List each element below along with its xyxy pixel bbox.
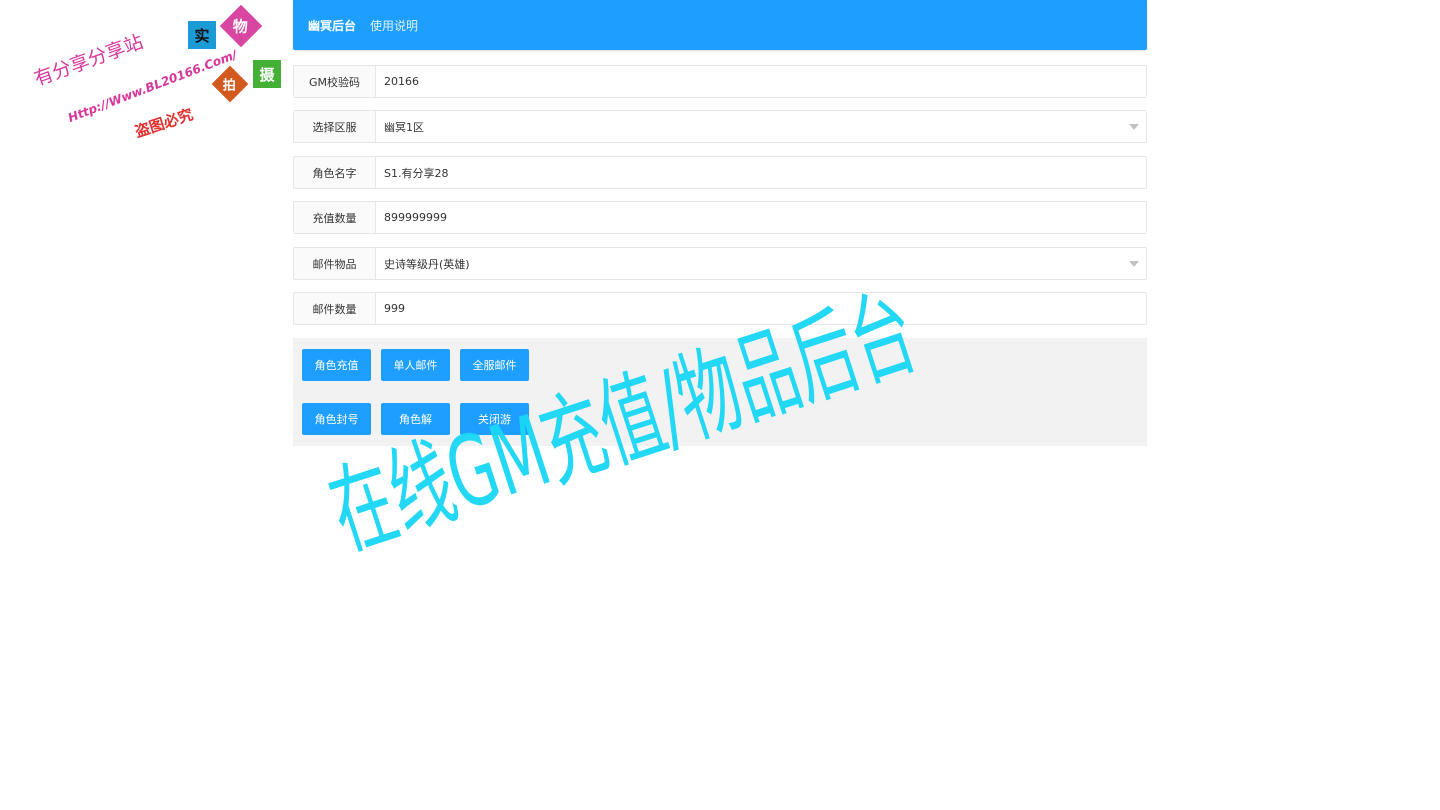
dropdown-caret-icon bbox=[1129, 124, 1139, 130]
watermark-slogan: 有分享分享站 bbox=[31, 30, 147, 91]
watermark-tag-she: 摄 bbox=[253, 60, 281, 88]
all-server-mail-button[interactable]: 全服邮件 bbox=[460, 349, 529, 381]
gm-code-row: GM校验码 20166 bbox=[293, 65, 1147, 98]
server-select[interactable]: 幽冥1区 bbox=[376, 111, 1146, 142]
recharge-amount-row: 充值数量 899999999 bbox=[293, 201, 1147, 234]
close-game-button[interactable]: 关闭游 bbox=[460, 403, 529, 435]
server-label: 选择区服 bbox=[294, 111, 376, 142]
role-name-label: 角色名字 bbox=[294, 157, 376, 188]
action-button-panel: 角色充值 单人邮件 全服邮件 角色封号 角色解 关闭游 bbox=[293, 338, 1147, 446]
help-link[interactable]: 使用说明 bbox=[370, 17, 418, 34]
server-select-value: 幽冥1区 bbox=[384, 120, 424, 134]
brand-title[interactable]: 幽冥后台 bbox=[308, 17, 356, 34]
mail-quantity-row: 邮件数量 999 bbox=[293, 292, 1147, 325]
server-row: 选择区服 幽冥1区 bbox=[293, 110, 1147, 143]
mail-quantity-label: 邮件数量 bbox=[294, 293, 376, 324]
gm-code-label: GM校验码 bbox=[294, 66, 376, 97]
mail-quantity-input[interactable]: 999 bbox=[376, 293, 1146, 324]
watermark-tag-pai: 拍 bbox=[211, 65, 249, 103]
watermark-tag-wu: 物 bbox=[219, 4, 263, 48]
mail-item-label: 邮件物品 bbox=[294, 248, 376, 279]
unban-role-button[interactable]: 角色解 bbox=[381, 403, 450, 435]
single-mail-button[interactable]: 单人邮件 bbox=[381, 349, 450, 381]
gm-code-input[interactable]: 20166 bbox=[376, 66, 1146, 97]
watermark-tag-shi: 实 bbox=[188, 21, 216, 49]
role-name-input[interactable]: S1.有分享28 bbox=[376, 157, 1146, 188]
role-recharge-button[interactable]: 角色充值 bbox=[302, 349, 371, 381]
mail-item-row: 邮件物品 史诗等级丹(英雄) bbox=[293, 247, 1147, 280]
role-name-row: 角色名字 S1.有分享28 bbox=[293, 156, 1147, 189]
mail-item-select-value: 史诗等级丹(英雄) bbox=[384, 257, 470, 271]
ban-role-button[interactable]: 角色封号 bbox=[302, 403, 371, 435]
recharge-amount-label: 充值数量 bbox=[294, 202, 376, 233]
mail-item-select[interactable]: 史诗等级丹(英雄) bbox=[376, 248, 1146, 279]
recharge-amount-input[interactable]: 899999999 bbox=[376, 202, 1146, 233]
dropdown-caret-icon bbox=[1129, 261, 1139, 267]
top-nav-bar: 幽冥后台 使用说明 bbox=[293, 0, 1147, 50]
watermark-warning: 盗图必究 bbox=[132, 105, 196, 142]
